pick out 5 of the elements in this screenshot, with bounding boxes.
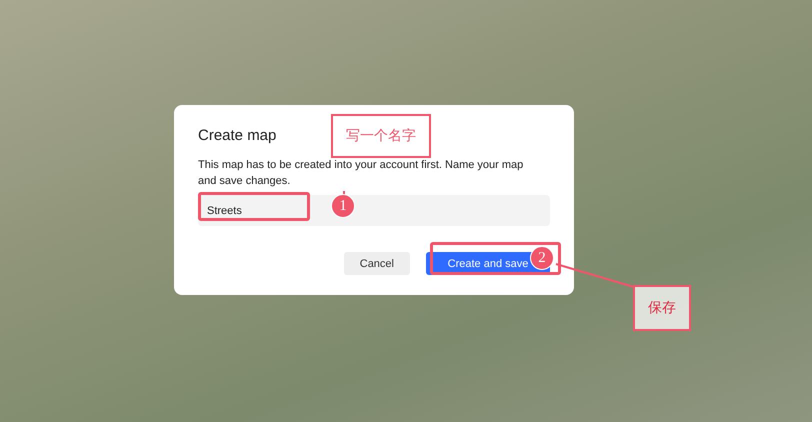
callout-label: 写一个名字	[331, 114, 431, 158]
cancel-button[interactable]: Cancel	[344, 252, 410, 275]
dialog-title: Create map	[198, 127, 276, 145]
callout-label: 保存	[633, 285, 691, 331]
dialog-description: This map has to be created into your account first. Name your map and save changes.	[198, 158, 524, 189]
